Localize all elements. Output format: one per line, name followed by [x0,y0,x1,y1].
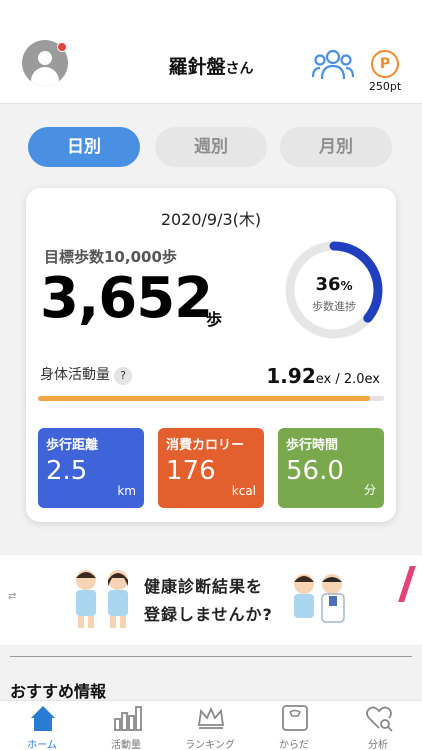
tile-label: 歩行距離 [46,438,99,453]
activity-label-text: 身体活動量 [40,367,110,383]
activity-label: 身体活動量? [40,364,132,385]
tile-value: 176 [166,456,216,486]
tab-weekly[interactable]: 週別 [155,127,267,167]
activity-value-unit: ex / 2.0ex [315,372,380,387]
summary-date: 2020/9/3(木) [160,210,262,229]
nav-home[interactable]: ホーム [0,701,84,750]
home-icon [31,706,55,731]
tile-label: 歩行時間 [286,438,339,453]
activity-progress-fill [38,396,371,401]
banner-line-2: 登録しませんか? [144,605,273,624]
health-checkup-banner[interactable]: ⇄ 健康診断結果を 登録しませんか? [0,555,422,645]
period-tabs: 日別 週別 月別 [28,127,394,167]
tile-value: 2.5 [46,456,88,486]
banner-line-1: 健康診断結果を [144,577,264,596]
points-icon[interactable]: P [371,50,399,78]
banner-text: 健康診断結果を 登録しませんか? [144,573,294,629]
tile-value: 56.0 [286,456,344,486]
bottom-tab-bar: ホーム 活動量 ランキング からだ 分析 [0,700,422,750]
tile-unit: kcal [231,484,256,498]
doctor-illustration [294,574,345,623]
notification-dot [57,42,67,52]
bar-chart-icon [114,706,142,731]
patients-illustration [76,570,128,628]
nav-label: 活動量 [111,740,141,750]
nav-label: ランキング [185,740,235,750]
nav-ranking[interactable]: ランキング [168,701,252,750]
group-icon[interactable] [312,48,354,82]
heart-search-icon [366,706,393,732]
calories-tile[interactable]: 消費カロリー 176 kcal [158,428,264,508]
step-progress-percent-sign: % [340,279,353,293]
activity-value: 1.92ex / 2.0ex [266,364,380,388]
recommended-section-title: おすすめ情報 [10,682,107,701]
step-count: 3,652 [40,266,213,331]
tile-unit: 分 [363,483,376,497]
tile-label: 消費カロリー [166,438,245,453]
points-balance: 250pt [368,80,402,93]
user-name-suffix: さん [225,61,254,77]
nav-label: 分析 [368,740,388,750]
carousel-arrows-icon: ⇄ [8,591,17,602]
nav-label: からだ [279,740,309,750]
walking-distance-tile[interactable]: 歩行距離 2.5 km [38,428,144,508]
daily-summary-card: 2020/9/3(木) 目標歩数10,000歩 3,652 歩 36% 歩数進捗… [26,188,396,522]
walking-time-tile[interactable]: 歩行時間 56.0 分 [278,428,384,508]
nav-activity[interactable]: 活動量 [84,701,168,750]
activity-progress-bar [38,396,384,401]
step-progress-value: 36% [284,274,384,295]
help-icon[interactable]: ? [114,367,132,385]
step-progress-label: 歩数進捗 [312,300,356,313]
tile-unit: km [117,484,136,498]
page-title: 羅針盤さん [0,52,422,79]
scale-icon [282,705,308,731]
step-unit: 歩 [206,310,223,329]
crown-icon [197,706,225,729]
nav-body[interactable]: からだ [252,701,336,750]
step-goal: 目標歩数10,000歩 [44,248,177,266]
section-divider [10,656,412,657]
user-name: 羅針盤 [168,56,226,78]
activity-value-number: 1.92 [266,364,316,388]
tab-daily[interactable]: 日別 [28,127,140,167]
app-header: 羅針盤さん P 250pt [0,0,422,104]
nav-analysis[interactable]: 分析 [336,701,420,750]
step-progress-number: 36 [315,274,341,295]
nav-label: ホーム [27,740,57,750]
tab-monthly[interactable]: 月別 [280,127,392,167]
